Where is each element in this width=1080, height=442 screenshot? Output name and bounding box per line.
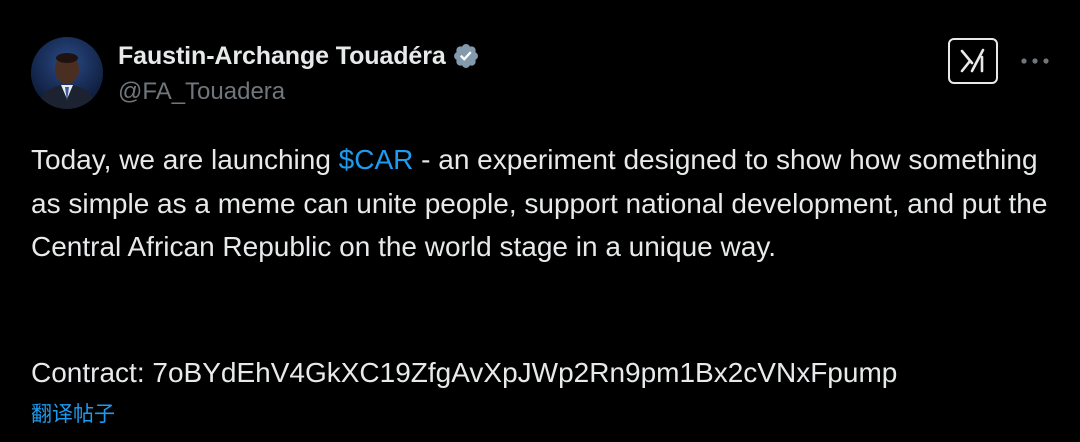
cashtag-link[interactable]: $CAR bbox=[339, 144, 414, 175]
verified-badge-icon[interactable] bbox=[452, 42, 480, 70]
contract-address: 7oBYdEhV4GkXC19ZfgAvXpJWp2Rn9pm1Bx2cVNxF… bbox=[152, 357, 898, 388]
contract-line: Contract: 7oBYdEhV4GkXC19ZfgAvXpJWp2Rn9p… bbox=[31, 353, 897, 393]
author-handle[interactable]: @FA_Touadera bbox=[118, 78, 285, 106]
avatar[interactable] bbox=[31, 37, 103, 109]
more-options-button[interactable] bbox=[1018, 46, 1052, 76]
author-display-name[interactable]: Faustin-Archange Touadéra bbox=[118, 42, 446, 71]
more-options-icon bbox=[1021, 58, 1049, 64]
tweet-text: Today, we are launching $CAR - an experi… bbox=[31, 138, 1061, 269]
tweet-text-intro: Today, we are launching bbox=[31, 144, 339, 175]
contract-label: Contract: bbox=[31, 357, 153, 388]
avatar-image bbox=[31, 37, 103, 109]
grok-button[interactable] bbox=[948, 38, 998, 84]
author-name-row: Faustin-Archange Touadéra bbox=[118, 40, 480, 72]
grok-icon bbox=[960, 48, 985, 73]
translate-post-link[interactable]: 翻译帖子 bbox=[31, 400, 115, 430]
tweet-card: Faustin-Archange Touadéra @FA_Touadera T… bbox=[0, 0, 1080, 442]
